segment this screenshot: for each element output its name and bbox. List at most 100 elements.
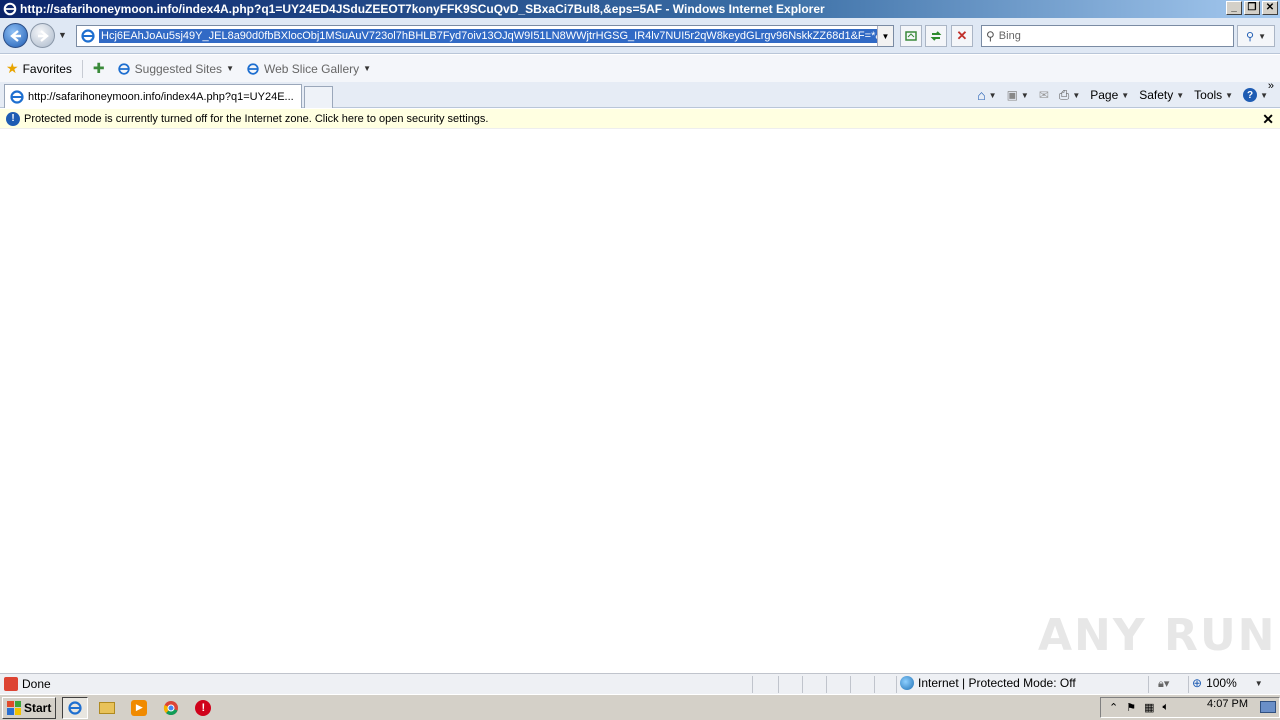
- start-button[interactable]: Start: [2, 696, 57, 719]
- safety-menu-label: Safety: [1139, 88, 1174, 102]
- internet-explorer-taskbar-button[interactable]: [62, 696, 89, 719]
- information-bar[interactable]: ! Protected mode is currently turned off…: [0, 109, 1280, 129]
- anyrun-watermark: ANY RUN: [1038, 610, 1277, 661]
- action-center-flag-icon[interactable]: ⚑: [1126, 701, 1136, 714]
- chevron-down-icon: ▼: [363, 64, 372, 73]
- show-hidden-icons-icon[interactable]: ⌃: [1109, 701, 1118, 714]
- compatibility-view-button[interactable]: [900, 25, 922, 47]
- add-to-favorites-bar-button[interactable]: ✚: [87, 58, 111, 80]
- search-options-dropdown-icon[interactable]: ▼: [1258, 32, 1266, 41]
- add-favorite-icon: ✚: [92, 60, 105, 76]
- media-player-icon: ▶: [131, 699, 148, 716]
- web-slice-gallery-link[interactable]: Web Slice Gallery ▼: [240, 58, 377, 80]
- windows-logo-icon: [7, 700, 21, 715]
- address-dropdown-icon[interactable]: ▼: [877, 26, 893, 46]
- close-icon[interactable]: ✕: [1262, 111, 1274, 128]
- new-tab-button[interactable]: [304, 86, 333, 108]
- internet-explorer-icon: [3, 2, 17, 16]
- favorites-star-icon: ★: [6, 60, 19, 76]
- tab-label: http://safarihoneymoon.info/index4A.php?…: [28, 90, 294, 103]
- title-bar: http://safarihoneymoon.info/index4A.php?…: [0, 0, 1280, 18]
- print-button[interactable]: ⎙ ▼: [1055, 85, 1084, 105]
- folder-icon: [99, 701, 116, 714]
- chrome-icon: [164, 700, 179, 715]
- start-label: Start: [24, 700, 52, 715]
- close-button[interactable]: ✕: [1262, 1, 1278, 15]
- status-divider: [778, 676, 779, 693]
- back-button[interactable]: [3, 23, 28, 48]
- chevron-down-icon: ▼: [1260, 90, 1268, 100]
- globe-icon: [900, 676, 914, 690]
- status-divider: [802, 676, 803, 693]
- status-divider: [850, 676, 851, 693]
- status-text: Done: [22, 677, 51, 691]
- home-button[interactable]: ⌂ ▼: [973, 85, 1000, 105]
- search-box[interactable]: ⚲ Bing: [981, 25, 1234, 47]
- protected-mode-lock-icon[interactable]: 🔒︎▾: [1158, 677, 1169, 691]
- show-desktop-icon[interactable]: [1260, 701, 1276, 713]
- chevron-down-icon: ▼: [1176, 90, 1185, 100]
- security-shield-icon: !: [6, 111, 20, 126]
- stop-sign-icon: !: [195, 699, 212, 716]
- status-divider: [1188, 676, 1189, 693]
- window-title: http://safarihoneymoon.info/index4A.php?…: [20, 2, 825, 16]
- forward-button[interactable]: [30, 23, 55, 48]
- page-content: ANY RUN: [0, 130, 1280, 673]
- status-bar: Done Internet | Protected Mode: Off 🔒︎▾ …: [0, 673, 1280, 694]
- safety-menu[interactable]: Safety ▼: [1135, 86, 1188, 104]
- security-zone-label: Internet | Protected Mode: Off: [918, 676, 1076, 690]
- chevron-down-icon: ▼: [1225, 90, 1234, 100]
- refresh-button[interactable]: [925, 25, 947, 47]
- rss-feed-icon: ▣: [1006, 88, 1018, 102]
- refresh-icon: [930, 31, 942, 41]
- address-bar[interactable]: Hcj6EAhJoAu5sj49Y_JEL8a90d0fbBXlocObj1MS…: [76, 25, 894, 47]
- favorites-bar: ★ Favorites ✚ Suggested Sites ▼ Web Slic…: [0, 55, 1280, 82]
- security-zone[interactable]: Internet | Protected Mode: Off: [900, 676, 1076, 690]
- chevron-down-icon[interactable]: ▼: [1072, 91, 1080, 100]
- stop-button[interactable]: ✕: [951, 25, 973, 47]
- chevron-down-icon[interactable]: ▼: [1255, 679, 1263, 688]
- navigation-bar: ▼ Hcj6EAhJoAu5sj49Y_JEL8a90d0fbBXlocObj1…: [0, 18, 1280, 54]
- suggested-sites-link[interactable]: Suggested Sites ▼: [111, 58, 240, 80]
- more-commands-icon[interactable]: »: [1268, 80, 1274, 92]
- read-mail-button[interactable]: ✉: [1035, 86, 1053, 104]
- search-icon: ⚲: [1246, 30, 1255, 43]
- network-icon[interactable]: ▦: [1144, 701, 1154, 714]
- tools-menu[interactable]: Tools ▼: [1190, 86, 1237, 104]
- feeds-button[interactable]: ▣ ▼: [1003, 86, 1033, 104]
- information-bar-message[interactable]: Protected mode is currently turned off f…: [24, 113, 488, 125]
- security-app-taskbar-button[interactable]: !: [190, 697, 216, 719]
- page-menu-label: Page: [1090, 88, 1119, 102]
- address-input[interactable]: Hcj6EAhJoAu5sj49Y_JEL8a90d0fbBXlocObj1MS…: [99, 29, 877, 43]
- restore-button[interactable]: ❐: [1244, 1, 1260, 15]
- status-divider: [752, 676, 753, 693]
- chevron-down-icon: ▼: [226, 64, 234, 73]
- print-icon: ⎙: [1058, 87, 1070, 102]
- tab-bar: http://safarihoneymoon.info/index4A.php?…: [0, 80, 1280, 108]
- recent-pages-dropdown-icon[interactable]: ▼: [58, 30, 67, 40]
- favorites-button[interactable]: ★ Favorites: [0, 58, 78, 80]
- chrome-taskbar-button[interactable]: [158, 697, 184, 719]
- volume-icon[interactable]: 🔈︎: [1163, 701, 1170, 714]
- status-divider: [826, 676, 827, 693]
- minimize-button[interactable]: _: [1226, 1, 1242, 15]
- zoom-level[interactable]: ⊕ 100% ▼: [1192, 676, 1263, 690]
- file-explorer-taskbar-button[interactable]: [94, 697, 120, 719]
- help-icon: ?: [1243, 88, 1258, 102]
- chevron-down-icon[interactable]: ▼: [1021, 91, 1029, 100]
- search-input[interactable]: Bing: [999, 30, 1021, 42]
- suggested-sites-icon: [117, 62, 130, 75]
- page-ie-icon: [81, 29, 95, 43]
- web-slice-gallery-icon: [247, 62, 259, 75]
- page-menu[interactable]: Page ▼: [1086, 86, 1133, 104]
- clock[interactable]: 4:07 PM: [1207, 698, 1248, 710]
- media-player-taskbar-button[interactable]: ▶: [126, 697, 152, 719]
- search-button[interactable]: ⚲ ▼: [1237, 25, 1275, 47]
- tab-active[interactable]: http://safarihoneymoon.info/index4A.php?…: [4, 84, 302, 108]
- suggested-sites-label: Suggested Sites: [134, 61, 223, 76]
- chevron-down-icon[interactable]: ▼: [989, 91, 997, 100]
- forward-arrow-icon: [37, 29, 49, 42]
- zoom-level-label: 100%: [1206, 676, 1237, 690]
- page-error-icon[interactable]: [4, 677, 18, 691]
- status-divider: [1148, 676, 1149, 693]
